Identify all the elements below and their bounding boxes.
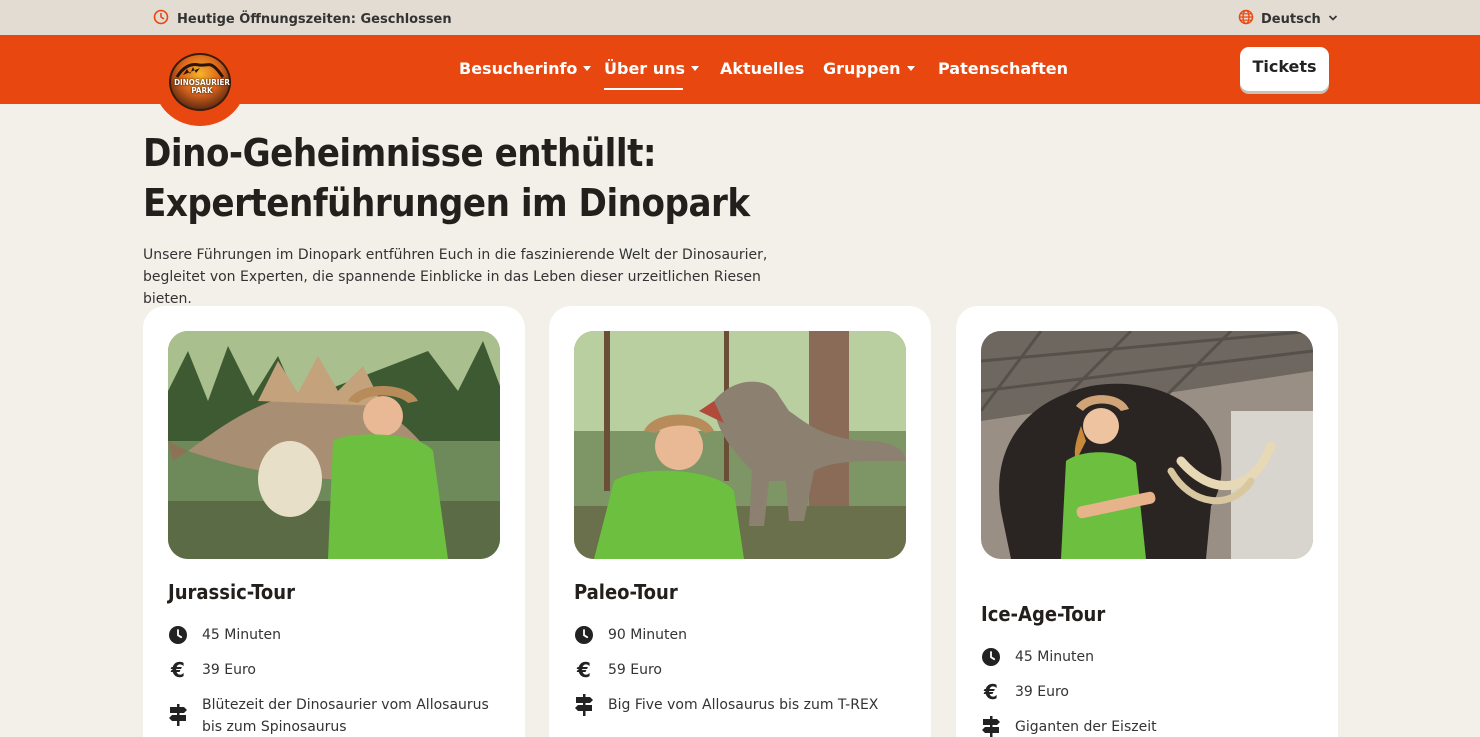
signpost-icon (981, 716, 1001, 737)
intro-text: Unsere Führungen im Dinopark entführen E… (143, 247, 768, 307)
tour-price: € 59 Euro (574, 659, 914, 681)
tour-card-ice-age[interactable]: Ice-Age-Tour 45 Minuten € 39 Euro Gigant… (956, 306, 1338, 737)
active-nav-underline (604, 88, 683, 90)
clock-icon (153, 9, 169, 29)
tour-duration: 90 Minuten (574, 624, 914, 646)
page-title: Dino-Geheimnisse enthüllt: Expertenführu… (143, 131, 750, 225)
nav-besucherinfo[interactable]: Besucherinfo (459, 59, 592, 78)
tour-highlight: Blütezeit der Dinosaurier vom Allosaurus… (168, 694, 508, 737)
caret-down-icon (691, 66, 700, 71)
tour-title: Paleo-Tour (574, 580, 678, 604)
euro-icon: € (577, 658, 591, 682)
globe-icon (1238, 9, 1254, 29)
chevron-down-icon (1328, 12, 1338, 27)
nav-patenschaften[interactable]: Patenschaften (938, 59, 1068, 78)
tour-photo-trex (574, 331, 906, 559)
signpost-icon (574, 694, 594, 716)
tour-duration: 45 Minuten (168, 624, 508, 646)
signpost-icon (168, 704, 188, 726)
language-label: Deutsch (1261, 11, 1321, 27)
nav-aktuelles[interactable]: Aktuelles (720, 59, 804, 78)
language-selector[interactable]: Deutsch (1238, 9, 1338, 29)
tour-title: Ice-Age-Tour (981, 602, 1106, 626)
tour-duration: 45 Minuten (981, 646, 1321, 668)
top-info-bar: Heutige Öffnungszeiten: Geschlossen Deut… (0, 0, 1480, 35)
tour-highlight: Big Five vom Allosaurus bis zum T-REX (574, 694, 914, 716)
opening-hours-text: Heutige Öffnungszeiten: Geschlossen (177, 11, 452, 27)
clock-icon (168, 624, 188, 646)
tour-highlight: Giganten der Eiszeit (981, 716, 1321, 737)
caret-down-icon (583, 66, 592, 71)
tickets-button[interactable]: Tickets (1240, 47, 1329, 91)
euro-icon: € (984, 680, 998, 704)
clock-icon (981, 646, 1001, 668)
logo-text: DINOSAURIER PARK (174, 78, 230, 95)
euro-icon: € (171, 658, 185, 682)
tour-price: € 39 Euro (168, 659, 508, 681)
nav-ueber-uns[interactable]: Über uns (604, 59, 700, 78)
tour-card-paleo[interactable]: Paleo-Tour 90 Minuten € 59 Euro Big Five… (549, 306, 931, 737)
tour-card-jurassic[interactable]: Jurassic-Tour 45 Minuten € 39 Euro Blüte… (143, 306, 525, 737)
caret-down-icon (906, 66, 915, 71)
nav-gruppen[interactable]: Gruppen (823, 59, 915, 78)
tour-price: € 39 Euro (981, 681, 1321, 703)
tour-photo-mammoth (981, 331, 1313, 559)
opening-hours: Heutige Öffnungszeiten: Geschlossen (153, 9, 452, 29)
tour-photo-spinosaurus (168, 331, 500, 559)
clock-icon (574, 624, 594, 646)
tour-title: Jurassic-Tour (168, 580, 295, 604)
dinopark-logo[interactable]: DINOSAURIER PARK (154, 38, 246, 126)
logo-badge: DINOSAURIER PARK (169, 53, 231, 111)
